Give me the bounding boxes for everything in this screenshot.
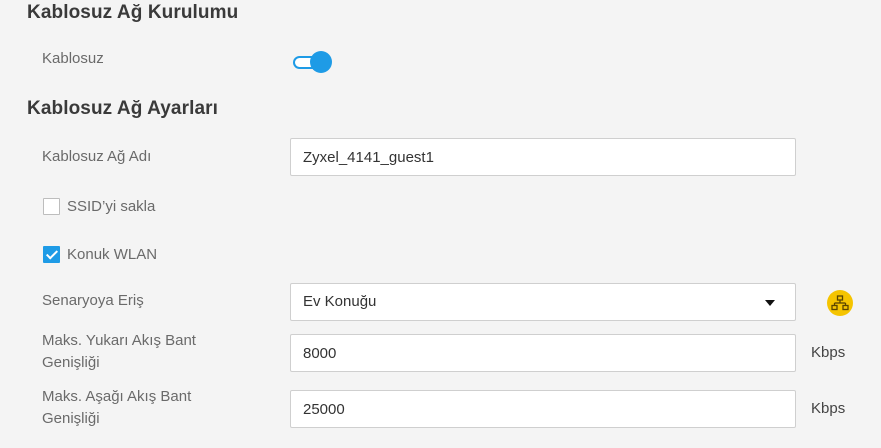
scenario-access-selected-value: Ev Konuğu (303, 293, 377, 310)
max-downstream-unit: Kbps (811, 400, 846, 417)
max-downstream-label-line2: Genişliği (42, 410, 100, 427)
network-topology-icon[interactable] (827, 290, 853, 316)
hide-ssid-checkbox[interactable] (43, 198, 60, 215)
guest-wlan-checkbox[interactable] (43, 246, 60, 263)
guest-wlan-checkbox-row[interactable]: Konuk WLAN (43, 246, 157, 263)
wireless-toggle[interactable] (292, 50, 334, 74)
guest-wlan-label: Konuk WLAN (67, 246, 158, 263)
hide-ssid-label: SSID’yi sakla (67, 198, 156, 215)
wireless-toggle-knob (310, 51, 332, 73)
wireless-label: Kablosuz (42, 50, 104, 67)
network-name-input[interactable] (290, 138, 796, 176)
max-upstream-input[interactable] (290, 334, 796, 372)
max-upstream-label-line1: Maks. Yukarı Akış Bant (42, 332, 196, 349)
caret-down-icon (765, 300, 775, 306)
scenario-access-select[interactable]: Ev Konuğu (290, 283, 796, 321)
max-upstream-label-line2: Genişliği (42, 354, 100, 371)
wireless-settings-title: Kablosuz Ağ Ayarları (27, 98, 218, 119)
max-upstream-unit: Kbps (811, 344, 846, 361)
max-downstream-label: Maks. Aşağı Akış Bant Genişliği (42, 386, 242, 430)
network-name-label: Kablosuz Ağ Adı (42, 148, 152, 165)
scenario-access-label: Senaryoya Eriş (42, 292, 144, 309)
max-downstream-input[interactable] (290, 390, 796, 428)
max-upstream-label: Maks. Yukarı Akış Bant Genişliği (42, 330, 242, 374)
max-downstream-label-line1: Maks. Aşağı Akış Bant (42, 388, 192, 405)
hide-ssid-checkbox-row[interactable]: SSID’yi sakla (43, 198, 155, 215)
wireless-setup-title: Kablosuz Ağ Kurulumu (27, 2, 239, 23)
